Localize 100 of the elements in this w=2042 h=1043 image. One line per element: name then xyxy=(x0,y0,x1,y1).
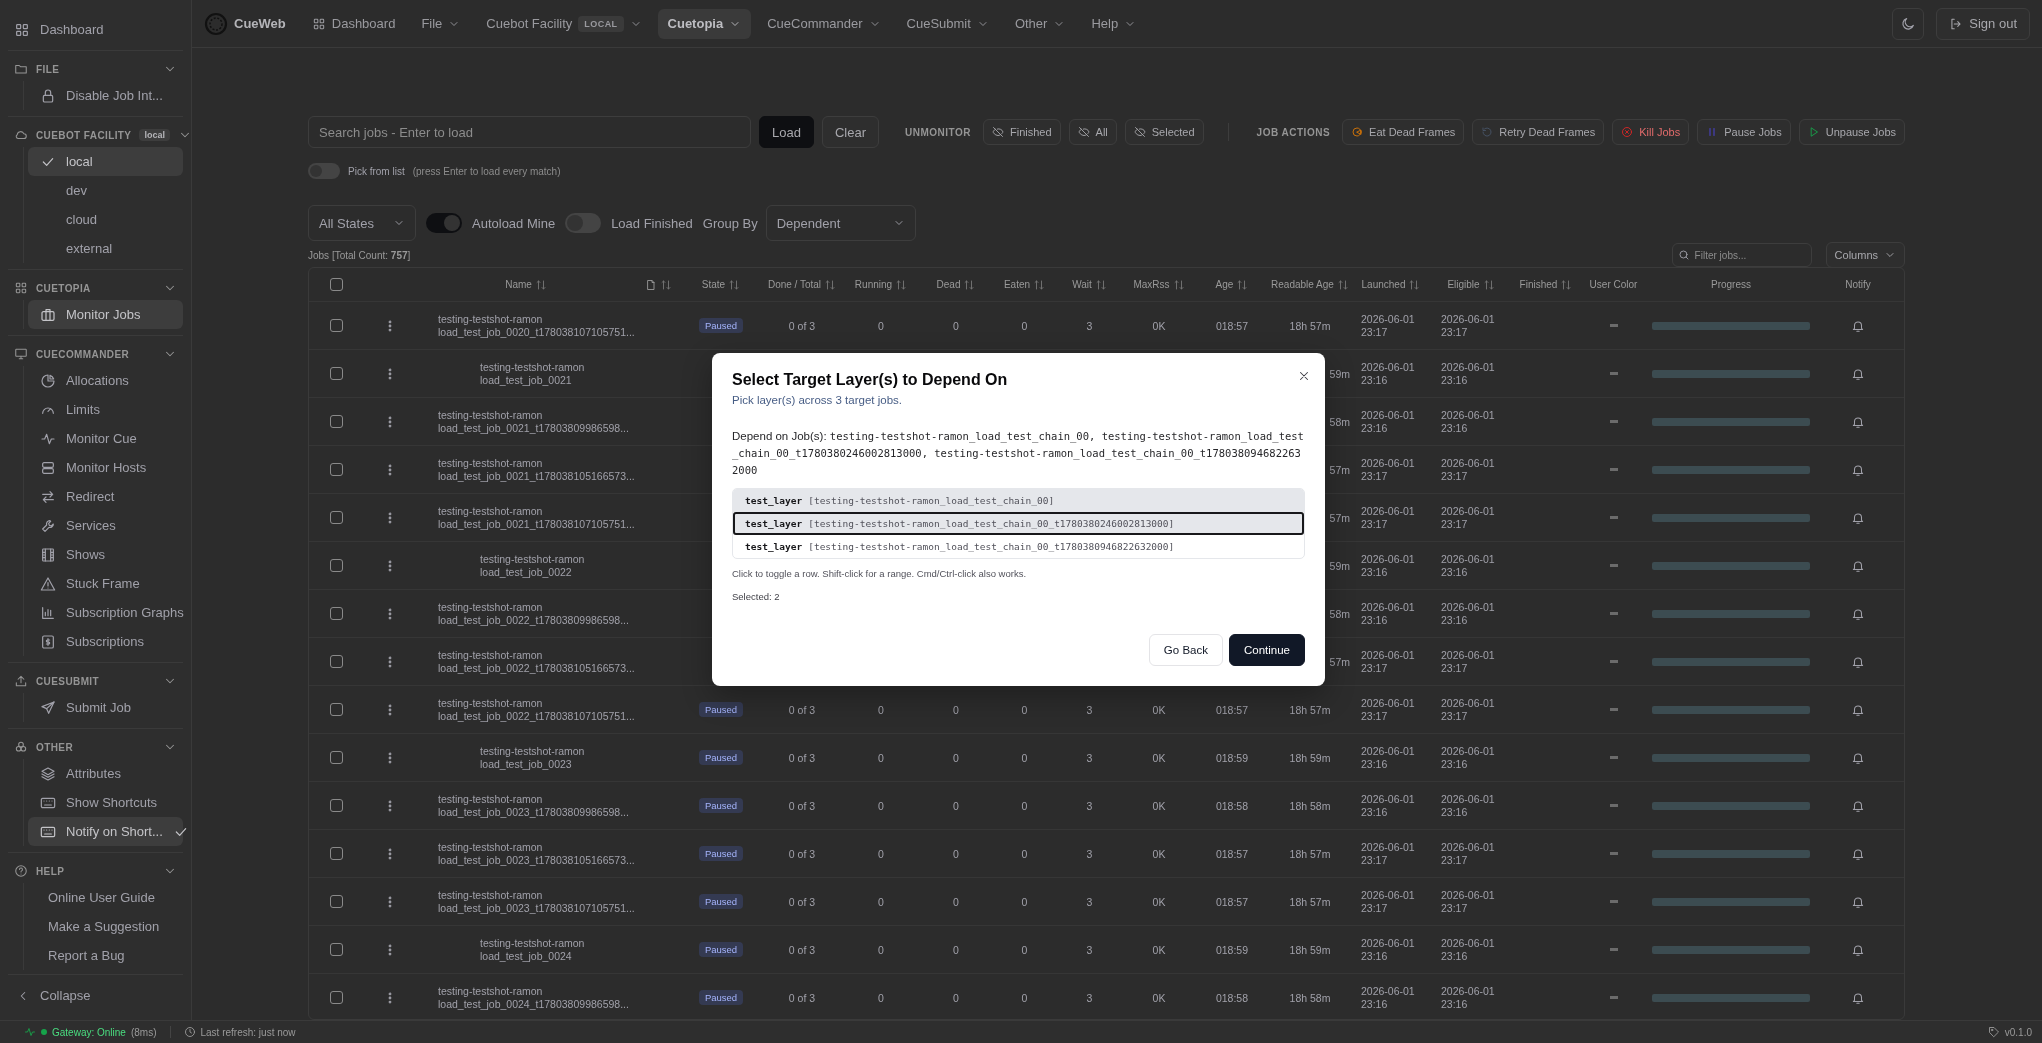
column-header[interactable]: Finished xyxy=(1519,279,1558,290)
row-checkbox[interactable] xyxy=(329,895,343,908)
bell-icon[interactable] xyxy=(1851,462,1865,477)
section-title[interactable]: FILE xyxy=(36,63,60,75)
sidebar-item[interactable]: Subscriptions xyxy=(28,627,183,656)
job-action-button[interactable]: Eat Dead Frames xyxy=(1342,119,1465,145)
row-checkbox[interactable] xyxy=(329,799,343,812)
bell-icon[interactable] xyxy=(1851,798,1865,813)
row-checkbox[interactable] xyxy=(329,511,343,524)
row-checkbox[interactable] xyxy=(329,991,343,1004)
sidebar-item[interactable]: Monitor Cue xyxy=(28,424,183,453)
section-title[interactable]: OTHER xyxy=(36,741,73,753)
sidebar-item[interactable]: Redirect xyxy=(28,482,183,511)
column-header[interactable]: MaxRss xyxy=(1133,279,1170,290)
sign-out-button[interactable]: Sign out xyxy=(1936,7,2030,40)
sidebar-item[interactable]: Shows xyxy=(28,540,183,569)
job-action-button[interactable]: Kill Jobs xyxy=(1612,119,1690,145)
bell-icon[interactable] xyxy=(1851,654,1865,669)
sidebar-item[interactable]: Monitor Jobs xyxy=(28,300,183,329)
sort-icon[interactable] xyxy=(1236,278,1249,291)
load-finished-toggle[interactable] xyxy=(565,213,602,233)
column-header[interactable]: Notify xyxy=(1845,279,1871,290)
bell-icon[interactable] xyxy=(1851,606,1865,621)
column-header[interactable]: Eligible xyxy=(1447,279,1480,290)
section-title[interactable]: CUECOMMANDER xyxy=(36,348,130,360)
nav-menu[interactable]: File xyxy=(411,8,471,39)
nav-menu[interactable]: Cuetopia xyxy=(657,8,752,39)
column-header[interactable]: Done / Total xyxy=(767,279,822,290)
sidebar-item[interactable]: Submit Job xyxy=(28,693,183,722)
continue-button[interactable]: Continue xyxy=(1228,634,1305,666)
bell-icon[interactable] xyxy=(1851,942,1865,957)
sidebar-item[interactable]: Limits xyxy=(28,395,183,424)
row-checkbox[interactable] xyxy=(329,415,343,428)
state-select[interactable]: All States xyxy=(308,205,416,241)
bell-icon[interactable] xyxy=(1851,894,1865,909)
row-checkbox[interactable] xyxy=(329,703,343,716)
sidebar-item[interactable]: Show Shortcuts xyxy=(28,788,183,817)
section-title[interactable]: HELP xyxy=(36,865,65,877)
sidebar-item[interactable]: Attributes xyxy=(28,759,183,788)
sidebar-item[interactable]: Subscription Graphs xyxy=(28,598,183,627)
nav-menu[interactable]: Dashboard xyxy=(301,8,406,39)
sidebar-item[interactable]: Services xyxy=(28,511,183,540)
row-checkbox[interactable] xyxy=(329,463,343,476)
row-checkbox[interactable] xyxy=(329,367,343,380)
column-header[interactable]: Wait xyxy=(1072,279,1092,290)
sort-icon[interactable] xyxy=(895,278,908,291)
job-action-button[interactable]: Pause Jobs xyxy=(1697,119,1791,145)
sort-icon[interactable] xyxy=(824,278,837,291)
sidebar-item[interactable]: Online User Guide xyxy=(28,883,183,912)
sidebar-item[interactable]: Make a Suggestion xyxy=(28,912,183,941)
column-header[interactable]: Readable Age xyxy=(1271,279,1334,290)
column-header[interactable]: Age xyxy=(1215,279,1234,290)
bell-icon[interactable] xyxy=(1851,366,1865,381)
sidebar-item[interactable]: Report a Bug xyxy=(28,941,183,970)
sort-icon[interactable] xyxy=(1336,278,1349,291)
unmonitor-button[interactable]: Selected xyxy=(1124,119,1204,145)
sidebar-item[interactable]: dev xyxy=(28,176,183,205)
column-header[interactable]: Launched xyxy=(1361,279,1406,290)
sidebar-item[interactable]: Monitor Hosts xyxy=(28,453,183,482)
bell-icon[interactable] xyxy=(1851,558,1865,573)
sort-icon[interactable] xyxy=(1033,278,1046,291)
filter-jobs-field[interactable]: Filter jobs... xyxy=(1671,243,1812,267)
nav-menu[interactable]: Other xyxy=(1004,8,1076,39)
file-icon[interactable] xyxy=(645,278,657,291)
sort-icon[interactable] xyxy=(1560,278,1573,291)
column-header[interactable]: Eaten xyxy=(1003,279,1031,290)
bell-icon[interactable] xyxy=(1851,990,1865,1005)
column-header[interactable]: Running xyxy=(854,279,893,290)
select-all-checkbox[interactable] xyxy=(329,278,343,291)
column-header[interactable]: State xyxy=(701,279,726,290)
sort-icon[interactable] xyxy=(534,278,547,291)
sidebar-item[interactable]: cloud xyxy=(28,205,183,234)
columns-button[interactable]: Columns xyxy=(1825,242,1905,268)
row-checkbox[interactable] xyxy=(329,319,343,332)
sidebar-item[interactable]: Allocations xyxy=(28,366,183,395)
nav-menu[interactable]: CueSubmit xyxy=(896,8,999,39)
load-button[interactable]: Load xyxy=(759,116,814,148)
column-header[interactable]: Progress xyxy=(1711,279,1751,290)
sort-icon[interactable] xyxy=(1172,278,1185,291)
close-button[interactable] xyxy=(1297,369,1311,383)
job-action-button[interactable]: Retry Dead Frames xyxy=(1472,119,1605,145)
job-action-button[interactable]: Unpause Jobs xyxy=(1798,119,1906,145)
row-checkbox[interactable] xyxy=(329,559,343,572)
row-checkbox[interactable] xyxy=(329,655,343,668)
go-back-button[interactable]: Go Back xyxy=(1148,634,1223,666)
pick-from-list-toggle[interactable] xyxy=(308,163,340,179)
section-title[interactable]: CUESUBMIT xyxy=(36,675,100,687)
bell-icon[interactable] xyxy=(1851,510,1865,525)
section-title[interactable]: CUETOPIA xyxy=(36,282,91,294)
row-checkbox[interactable] xyxy=(329,607,343,620)
bell-icon[interactable] xyxy=(1851,318,1865,333)
sort-icon[interactable] xyxy=(660,278,672,291)
column-header[interactable]: Dead xyxy=(936,279,961,290)
clear-button[interactable]: Clear xyxy=(821,116,879,148)
layer-row[interactable]: test_layer [testing-testshot-ramon_load_test_chain_00_t1780380946822632000] xyxy=(733,535,1304,558)
autoload-mine-toggle[interactable] xyxy=(426,213,462,233)
bell-icon[interactable] xyxy=(1851,702,1865,717)
row-checkbox[interactable] xyxy=(329,943,343,956)
sort-icon[interactable] xyxy=(1482,278,1495,291)
sidebar-item[interactable]: external xyxy=(28,234,183,263)
